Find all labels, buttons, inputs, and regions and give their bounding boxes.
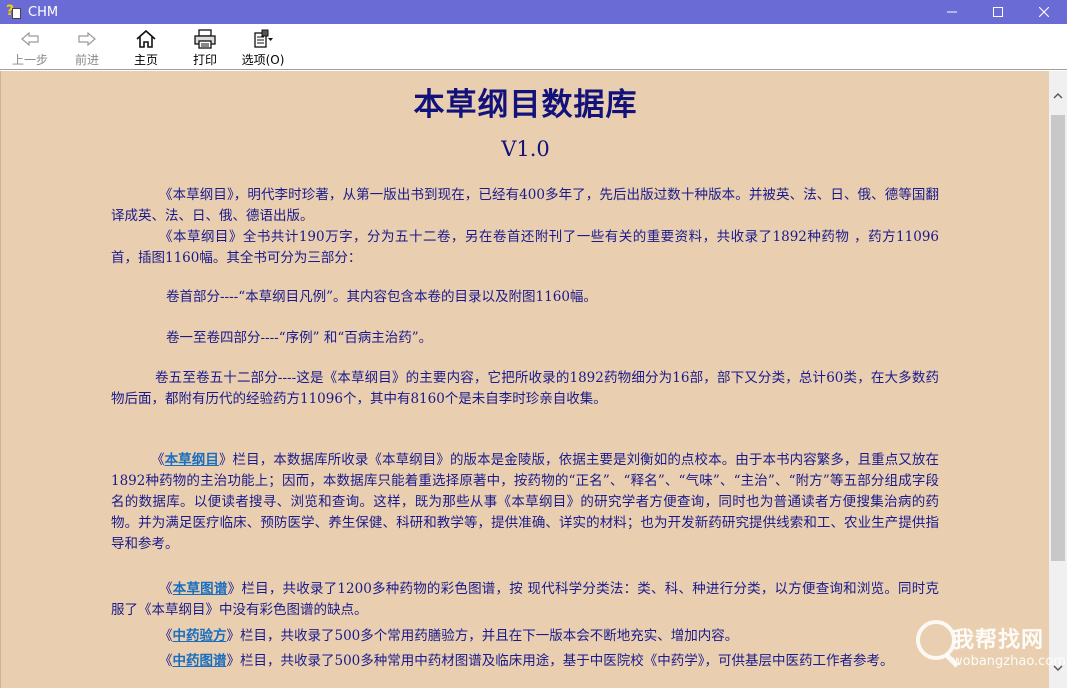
part-2-text: 卷一至卷四部分----“序例” 和“百病主治药”。 bbox=[166, 330, 433, 346]
page-title: 本草纲目数据库 bbox=[413, 87, 638, 123]
options-label: 选项(O) bbox=[241, 53, 285, 67]
close-icon bbox=[1039, 7, 1049, 17]
forward-label: 前进 bbox=[74, 53, 99, 67]
back-button[interactable]: 上一步 bbox=[0, 28, 60, 68]
maximize-icon bbox=[993, 7, 1003, 17]
section-tupu-text: 》栏目，共收录了1200多种药物的彩色图谱，按 现代科学分类法：类、科、种进行分… bbox=[111, 581, 940, 618]
watermark-cn: 我帮找网 bbox=[952, 628, 1045, 653]
bracket-open: 《 bbox=[159, 581, 173, 597]
vertical-scrollbar[interactable] bbox=[1049, 71, 1067, 688]
link-zhongyao-yanfang[interactable]: 中药验方 bbox=[173, 628, 227, 644]
document-content: 本草纲目数据库 V1.0 《本草纲目》，明代李时珍著，从第一版出书到现在，已经有… bbox=[0, 71, 1049, 688]
section-bencao-paragraph: 《本草纲目》栏目，本数据库所收录《本草纲目》的版本是金陵版，依据主要是刘衡如的点… bbox=[111, 450, 939, 555]
minimize-icon bbox=[947, 11, 957, 13]
part-1-text: 卷首部分----“本草纲目凡例”。其内容包含本卷的目录以及附图1160幅。 bbox=[166, 289, 597, 305]
section-tupu-paragraph: 《本草图谱》栏目，共收录了1200多种药物的彩色图谱，按 现代科学分类法：类、科… bbox=[111, 579, 939, 621]
print-label: 打印 bbox=[192, 53, 217, 67]
section-yanfang-text: 》栏目，共收录了500多个常用药膳验方，并且在下一版本会不断地充实、增加内容。 bbox=[226, 628, 739, 644]
home-icon bbox=[136, 29, 156, 48]
part-3-paragraph: 卷五至卷五十二部分----这是《本草纲目》的主要内容，它把所收录的1892药物细… bbox=[111, 370, 939, 407]
arrow-right-icon bbox=[78, 31, 96, 46]
window-titlebar: ? CHM bbox=[0, 0, 1067, 24]
link-bencao-gangmu[interactable]: 本草纲目 bbox=[165, 452, 219, 468]
link-zhongyao-tupu[interactable]: 中药图谱 bbox=[173, 653, 227, 669]
print-button[interactable]: 打印 bbox=[175, 28, 235, 68]
close-button[interactable] bbox=[1021, 0, 1067, 24]
forward-button[interactable]: 前进 bbox=[57, 28, 117, 68]
section-bencao-text: 》栏目，本数据库所收录《本草纲目》的版本是金陵版，依据主要是刘衡如的点校本。由于… bbox=[111, 452, 940, 552]
scroll-thumb[interactable] bbox=[1051, 115, 1065, 561]
intro-paragraph-2: 《本草纲目》全书共计190万字，分为五十二卷，另在卷首还附刊了一些有关的重要资料… bbox=[111, 229, 939, 266]
page-version: V1.0 bbox=[501, 137, 550, 161]
toolbar: 上一步 前进 主页 打印 选项(O) bbox=[0, 24, 1067, 70]
arrow-left-icon bbox=[21, 31, 39, 46]
bracket-open: 《 bbox=[151, 452, 165, 468]
home-label: 主页 bbox=[133, 53, 158, 67]
section-zhongyao-tupu-paragraph: 《中药图谱》栏目，共收录了500多种常用中药材图谱及临床用途，基于中医院校《中药… bbox=[111, 651, 939, 672]
printer-icon bbox=[194, 28, 216, 49]
bracket-open: 《 bbox=[159, 653, 173, 669]
window-title: CHM bbox=[28, 4, 59, 20]
section-zhongyao-tupu-text: 》栏目，共收录了500多种常用中药材图谱及临床用途，基于中医院校《中药学》，可供… bbox=[226, 653, 894, 669]
chm-help-icon: ? bbox=[6, 3, 22, 20]
intro-paragraph-1: 《本草纲目》，明代李时珍著，从第一版出书到现在，已经有400多年了，先后出版过数… bbox=[111, 187, 939, 224]
link-bencao-tupu[interactable]: 本草图谱 bbox=[173, 581, 228, 597]
options-icon bbox=[254, 29, 273, 48]
maximize-button[interactable] bbox=[975, 0, 1021, 24]
back-label: 上一步 bbox=[11, 53, 48, 67]
bracket-open: 《 bbox=[159, 628, 173, 644]
section-yanfang-paragraph: 《中药验方》栏目，共收录了500多个常用药膳验方，并且在下一版本会不断地充实、增… bbox=[111, 626, 939, 647]
chevron-up-icon bbox=[1053, 93, 1063, 99]
watermark-en: wobangzhao.com bbox=[952, 654, 1066, 669]
watermark: 我帮找网 wobangzhao.com bbox=[912, 618, 1066, 684]
scroll-up-button[interactable] bbox=[1049, 87, 1067, 105]
home-button[interactable]: 主页 bbox=[116, 28, 176, 68]
minimize-button[interactable] bbox=[929, 0, 975, 24]
options-button[interactable]: 选项(O) bbox=[233, 28, 293, 68]
